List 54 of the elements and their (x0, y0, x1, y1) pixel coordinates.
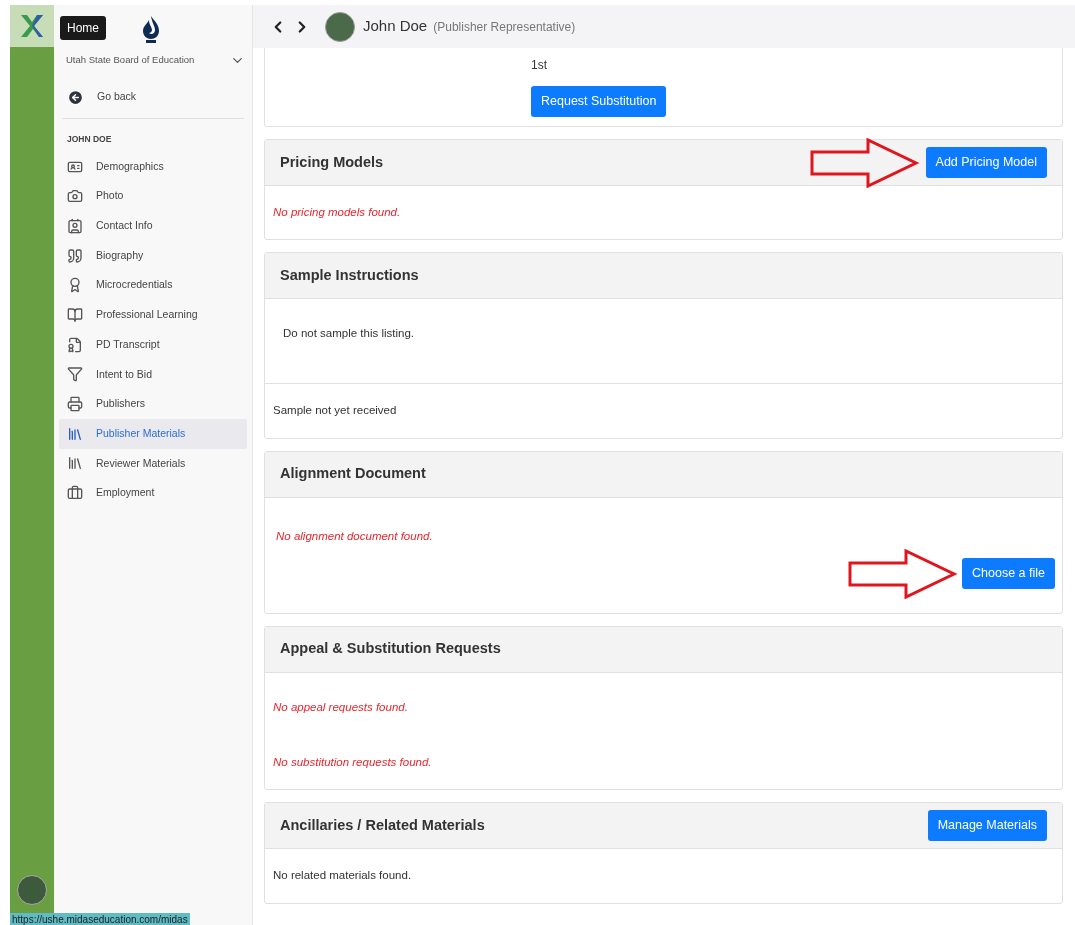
empty-message: No appeal requests found. (273, 699, 409, 715)
body-text: Sample not yet received (273, 403, 398, 419)
contact-card-icon (67, 217, 83, 234)
sidebar-item[interactable]: Publishers (59, 389, 247, 419)
sidebar-item[interactable]: Reviewer Materials (59, 448, 247, 479)
sidebar-item[interactable]: Biography (59, 240, 247, 271)
sidebar-item[interactable]: Publisher Materials (59, 418, 247, 449)
printer-icon (67, 396, 83, 413)
sidebar-item[interactable]: Microcredentials (59, 270, 247, 301)
home-button[interactable] (10, 5, 54, 47)
user-role: (Publisher Representative) (433, 18, 576, 36)
header-button[interactable]: Add Pricing Model (925, 147, 1047, 178)
header-button[interactable]: Manage Materials (927, 810, 1047, 842)
sidebar-item[interactable]: Demographics (59, 151, 247, 182)
organization-dropdown[interactable]: Utah State Board of Education (59, 48, 247, 72)
logo-icon (18, 12, 46, 40)
section-title: Appeal & Substitution Requests (280, 639, 501, 659)
tooltip: Home (60, 16, 106, 40)
avatar (325, 11, 355, 42)
books-icon (67, 455, 83, 472)
funnel-icon (67, 366, 83, 383)
body-text: Do not sample this listing. (283, 326, 416, 342)
document-icon (67, 336, 83, 353)
section-title: Alignment Document (280, 464, 426, 484)
status-url: https://ushe.midaseducation.com/midas (10, 913, 190, 925)
quote-icon (67, 247, 83, 264)
camera-icon (67, 188, 83, 205)
request-substitution-button[interactable]: Request Substitution (531, 86, 667, 117)
ribbon-icon (67, 277, 83, 294)
section-title: Ancillaries / Related Materials (280, 815, 485, 835)
sidebar-item[interactable]: Contact Info (59, 211, 247, 241)
briefcase-icon (67, 485, 83, 502)
empty-message: No substitution requests found. (273, 755, 433, 770)
sidebar-item[interactable]: Intent to Bid (59, 359, 247, 390)
body-text: No related materials found. (273, 868, 413, 884)
empty-message: No alignment document found. (276, 528, 434, 544)
user-name: John Doe (363, 16, 428, 37)
choose-file-button[interactable]: Choose a file (962, 558, 1055, 590)
section-title: Pricing Models (280, 152, 384, 172)
sidebar-item[interactable]: PD Transcript (59, 329, 247, 360)
arrow-icon (848, 548, 959, 599)
sidebar-item[interactable]: Professional Learning (59, 300, 247, 330)
books-icon (67, 425, 83, 442)
edition-value: 1st (531, 57, 548, 74)
sidebar-item[interactable]: Employment (59, 478, 247, 508)
avatar[interactable] (17, 875, 47, 905)
empty-message: No pricing models found. (273, 205, 402, 220)
sidebar-item[interactable]: Photo (59, 181, 247, 212)
flame-logo-icon (140, 15, 162, 45)
section-title: Sample Instructions (280, 265, 419, 285)
arrow-icon (809, 137, 920, 188)
go-back-link[interactable]: Go back (59, 82, 247, 112)
section-heading: JOHN DOE (66, 133, 113, 146)
book-reader-icon (67, 307, 83, 324)
